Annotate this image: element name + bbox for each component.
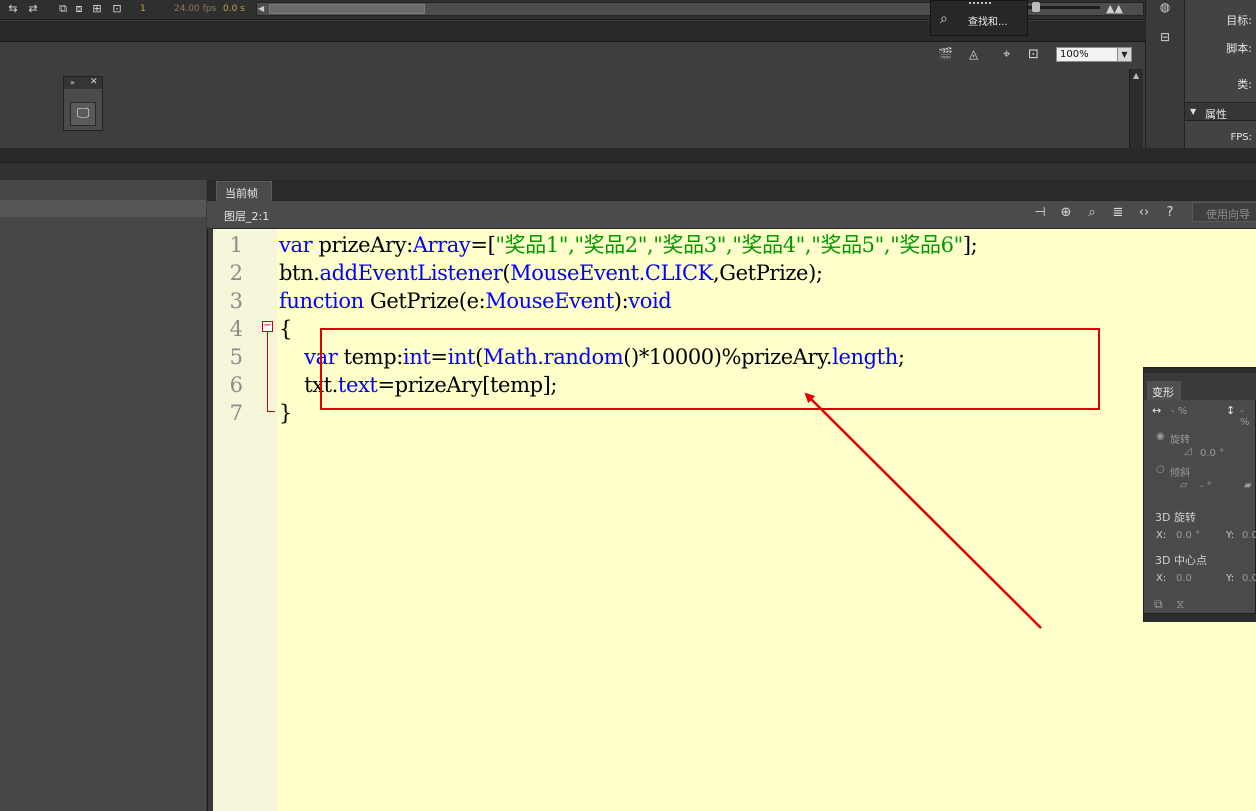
duplicate-transform-icon[interactable]: ⧉ (1154, 597, 1163, 612)
center-3d-label: 3D 中心点 (1155, 554, 1207, 567)
skew-label: 倾斜 (1170, 468, 1190, 479)
center-3d-x-label: X: (1156, 573, 1167, 584)
rotation-3d-x-label: X: (1156, 530, 1167, 541)
find-menu-popup[interactable]: ⌕ 查找和... (930, 0, 1028, 36)
center-3d-x-value[interactable]: 0.0 (1176, 573, 1192, 584)
center-3d-y-value[interactable]: 0.0 (1242, 573, 1256, 584)
annotation-arrow (804, 392, 1042, 629)
width-scale-icon: ↔ (1152, 404, 1162, 417)
tab-transform[interactable]: 变形 (1147, 381, 1181, 400)
skew-horizontal-icon: ▱ (1180, 480, 1188, 491)
height-scale-value[interactable]: - % (1240, 406, 1255, 428)
popup-grip (969, 2, 991, 5)
find-replace-icon: ⌕ (940, 11, 948, 27)
center-3d-y-label: Y: (1226, 573, 1235, 584)
rotate-label: 旋转 (1170, 435, 1190, 446)
remove-transform-icon[interactable]: ⧖ (1176, 597, 1184, 612)
rotation-3d-y-label: Y: (1226, 530, 1235, 541)
rotation-3d-y-value[interactable]: 0.0 (1242, 530, 1256, 541)
skew-value[interactable]: - ° (1200, 481, 1212, 492)
skew-vertical-icon: ▰ (1244, 480, 1252, 491)
rotation-3d-label: 3D 旋转 (1155, 511, 1196, 524)
transform-panel: 变形 ↔ - % ↕ - % ◉ 旋转 ◿ 0.0 ° ○ 倾斜 ▱ - ° ▰… (1143, 367, 1256, 622)
transform-panel-footer (1144, 613, 1256, 622)
skew-radio[interactable]: ○ (1156, 464, 1165, 475)
rotate-radio[interactable]: ◉ (1156, 431, 1165, 442)
height-scale-icon: ↕ (1226, 404, 1236, 417)
rotation-3d-x-value[interactable]: 0.0 ° (1176, 530, 1200, 541)
annotation-arrow-line (804, 392, 1042, 629)
find-replace-label[interactable]: 查找和... (968, 13, 1008, 28)
width-scale-value[interactable]: - % (1171, 406, 1187, 417)
rotate-angle-icon: ◿ (1184, 446, 1192, 457)
rotate-value[interactable]: 0.0 ° (1200, 448, 1224, 459)
